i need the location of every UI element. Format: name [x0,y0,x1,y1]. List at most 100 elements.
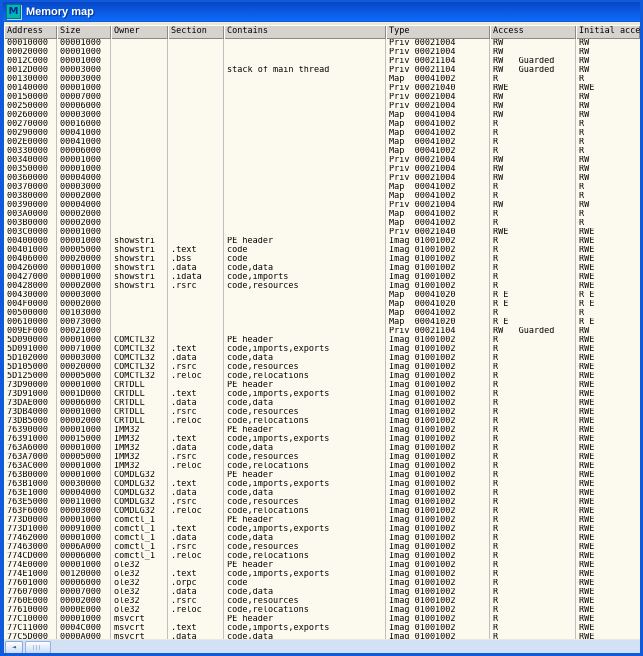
column-header-owner[interactable]: Owner [111,25,168,39]
table-row[interactable]: 774630000006A000comctl_1.rsrccode,resour… [4,543,640,552]
table-row[interactable]: 0034000000001000Priv 00021004RWRW [4,156,640,165]
scroll-left-button[interactable]: ◄ [5,641,23,653]
cell-section [168,381,224,390]
table-row[interactable]: 0012C00000001000Priv 00021104RW GuardedR… [4,57,640,66]
table-row[interactable]: 7746200000001000comctl_1.datacode,dataIm… [4,534,640,543]
table-row[interactable]: 0036000000004000Priv 00021004RWRW [4,174,640,183]
table-row[interactable]: 7760E00000002000ole32.rsrccode,resources… [4,597,640,606]
table-row[interactable]: 763AC00000001000IMM32.reloccode,relocati… [4,462,640,471]
table-row[interactable]: 5D09000000001000COMCTL32PE headerImag 01… [4,336,640,345]
table-row[interactable]: 0061000000073000Map 00041020R ER E [4,318,640,327]
table-row[interactable]: 763E100000004000COMDLG32.datacode,dataIm… [4,489,640,498]
table-row[interactable]: 0002000000001000Priv 00021004RWRW [4,48,640,57]
table-row[interactable]: 776100000000E000ole32.reloccode,relocati… [4,606,640,615]
table-row[interactable]: 0042600000001000showstri.datacode,dataIm… [4,264,640,273]
horizontal-scrollbar[interactable]: ◄ [4,639,640,653]
table-row[interactable]: 763F600000003000COMDLG32.reloccode,reloc… [4,507,640,516]
table-row[interactable]: 0012D00000003000stack of main threadPriv… [4,66,640,75]
table-row[interactable]: 5D10200000003000COMCTL32.datacode,dataIm… [4,354,640,363]
cell-size: 00001000 [57,408,111,417]
table-row[interactable]: 003C000000001000Priv 00021040RWERWE [4,228,640,237]
table-row[interactable]: 774E000000001000ole32PE headerImag 01001… [4,561,640,570]
cell-address: 773D1000 [4,525,57,534]
table-row[interactable]: 004F000000002000Map 00041020R ER E [4,300,640,309]
table-row[interactable]: 0013000000003000Map 00041002RR [4,75,640,84]
cell-size: 00006000 [57,579,111,588]
cell-type: Imag 01001002 [386,426,490,435]
column-header-initial-access[interactable]: Initial access [576,25,640,39]
table-row[interactable]: 0029000000041000Map 00041002RR [4,129,640,138]
column-header-access[interactable]: Access [490,25,576,39]
column-header-contains[interactable]: Contains [224,25,386,39]
table-row[interactable]: 0042700000001000showstri.idatacode,impor… [4,273,640,282]
table-row[interactable]: 763A700000005000IMM32.rsrccode,resources… [4,453,640,462]
table-row[interactable]: 003B000000002000Map 00041002RR [4,219,640,228]
cell-contains [224,327,386,336]
cell-owner [111,300,168,309]
cell-type: Imag 01001002 [386,282,490,291]
table-row[interactable]: 763A600000001000IMM32.datacode,dataImag … [4,444,640,453]
column-header-size[interactable]: Size [57,25,111,39]
table-row[interactable]: 763E500000011000COMDLG32.rsrccode,resour… [4,498,640,507]
table-row[interactable]: 0039000000004000Priv 00021004RWRW [4,201,640,210]
table-row[interactable]: 0038000000002000Map 00041002RR [4,192,640,201]
table-row[interactable]: 0001000000001000Priv 00021004RWRW [4,39,640,48]
table-row[interactable]: 0040100000005000showstri.textcodeImag 01… [4,246,640,255]
cell-contains: code,data [224,354,386,363]
table-row[interactable]: 5D12500000005000COMCTL32.reloccode,reloc… [4,372,640,381]
table-row[interactable]: 7639100000015000IMM32.textcode,imports,e… [4,435,640,444]
table-row[interactable]: 003A000000002000Map 00041002RR [4,210,640,219]
table-row[interactable]: 0043000000003000Map 00041020R ER E [4,291,640,300]
table-row[interactable]: 0040000000001000showstriPE headerImag 01… [4,237,640,246]
table-row[interactable]: 0015000000007000Priv 00021004RWRW [4,93,640,102]
column-header-section[interactable]: Section [168,25,224,39]
column-header-address[interactable]: Address [4,25,57,39]
table-row[interactable]: 73D9000000001000CRTDLLPE headerImag 0100… [4,381,640,390]
table-row[interactable]: 763B000000001000COMDLG32PE headerImag 01… [4,471,640,480]
table-row[interactable]: 0033000000006000Map 00041002RR [4,147,640,156]
table-row[interactable]: 0037000000003000Map 00041002RR [4,183,640,192]
table-row[interactable]: 0025000000006000Priv 00021004RWRW [4,102,640,111]
table-row[interactable]: 73DB400000001000CRTDLL.rsrccode,resource… [4,408,640,417]
cell-type: Imag 01001002 [386,381,490,390]
table-row[interactable]: 73D910000001D000CRTDLL.textcode,imports,… [4,390,640,399]
cell-address: 003C0000 [4,228,57,237]
table-row[interactable]: 0035000000001000Priv 00021004RWRW [4,165,640,174]
table-row[interactable]: 73DAE00000006000CRTDLL.datacode,dataImag… [4,399,640,408]
table-row[interactable]: 0014000000001000Priv 00021040RWERWE [4,84,640,93]
cell-type: Imag 01001002 [386,363,490,372]
cell-access: R [490,543,576,552]
cell-contains [224,210,386,219]
table-row[interactable]: 773D000000001000comctl_1PE headerImag 01… [4,516,640,525]
column-header-type[interactable]: Type [386,25,490,39]
table-row[interactable]: 763B100000030000COMDLG32.textcode,import… [4,480,640,489]
scrollbar-thumb[interactable] [25,641,51,653]
table-row[interactable]: 002E000000041000Map 00041002RR [4,138,640,147]
table-row[interactable]: 0027000000016000Map 00041002RR [4,120,640,129]
table-row[interactable]: 77C1000000001000msvcrtPE headerImag 0100… [4,615,640,624]
table-row[interactable]: 0026000000003000Map 00041004RWRW [4,111,640,120]
table-row[interactable]: 774E100000120000ole32.textcode,imports,e… [4,570,640,579]
table-row[interactable]: 774CD00000006000comctl_1.reloccode,reloc… [4,552,640,561]
cell-address: 5D090000 [4,336,57,345]
table-row[interactable]: 773D100000091000comctl_1.textcode,import… [4,525,640,534]
title-bar[interactable]: M Memory map [3,2,640,21]
cell-contains [224,228,386,237]
cell-owner: comctl_1 [111,552,168,561]
table-row[interactable]: 0040600000020000showstri.bsscodeImag 010… [4,255,640,264]
table-row[interactable]: 7639000000001000IMM32PE headerImag 01001… [4,426,640,435]
table-row[interactable]: 5D09100000071000COMCTL32.textcode,import… [4,345,640,354]
table-row[interactable]: 0050000000103000Map 00041002RR [4,309,640,318]
table-row[interactable]: 7760700000007000ole32.datacode,dataImag … [4,588,640,597]
table-row[interactable]: 0042800000002000showstri.rsrccode,resour… [4,282,640,291]
table-row[interactable]: 77C110000004C000msvcrt.textcode,imports,… [4,624,640,633]
table-row[interactable]: 5D10500000020000COMCTL32.rsrccode,resour… [4,363,640,372]
table-row[interactable]: 009EF00000021000Priv 00021104RW GuardedR… [4,327,640,336]
table-row[interactable]: 73DB500000002000CRTDLL.reloccode,relocat… [4,417,640,426]
table-row[interactable]: 7760100000006000ole32.orpccodeImag 01001… [4,579,640,588]
cell-access: R [490,489,576,498]
memory-map-window: M Memory map AddressSizeOwnerSectionCont… [0,0,643,656]
cell-initial-access: RWE [576,570,640,579]
cell-type: Imag 01001002 [386,570,490,579]
cell-section [168,156,224,165]
